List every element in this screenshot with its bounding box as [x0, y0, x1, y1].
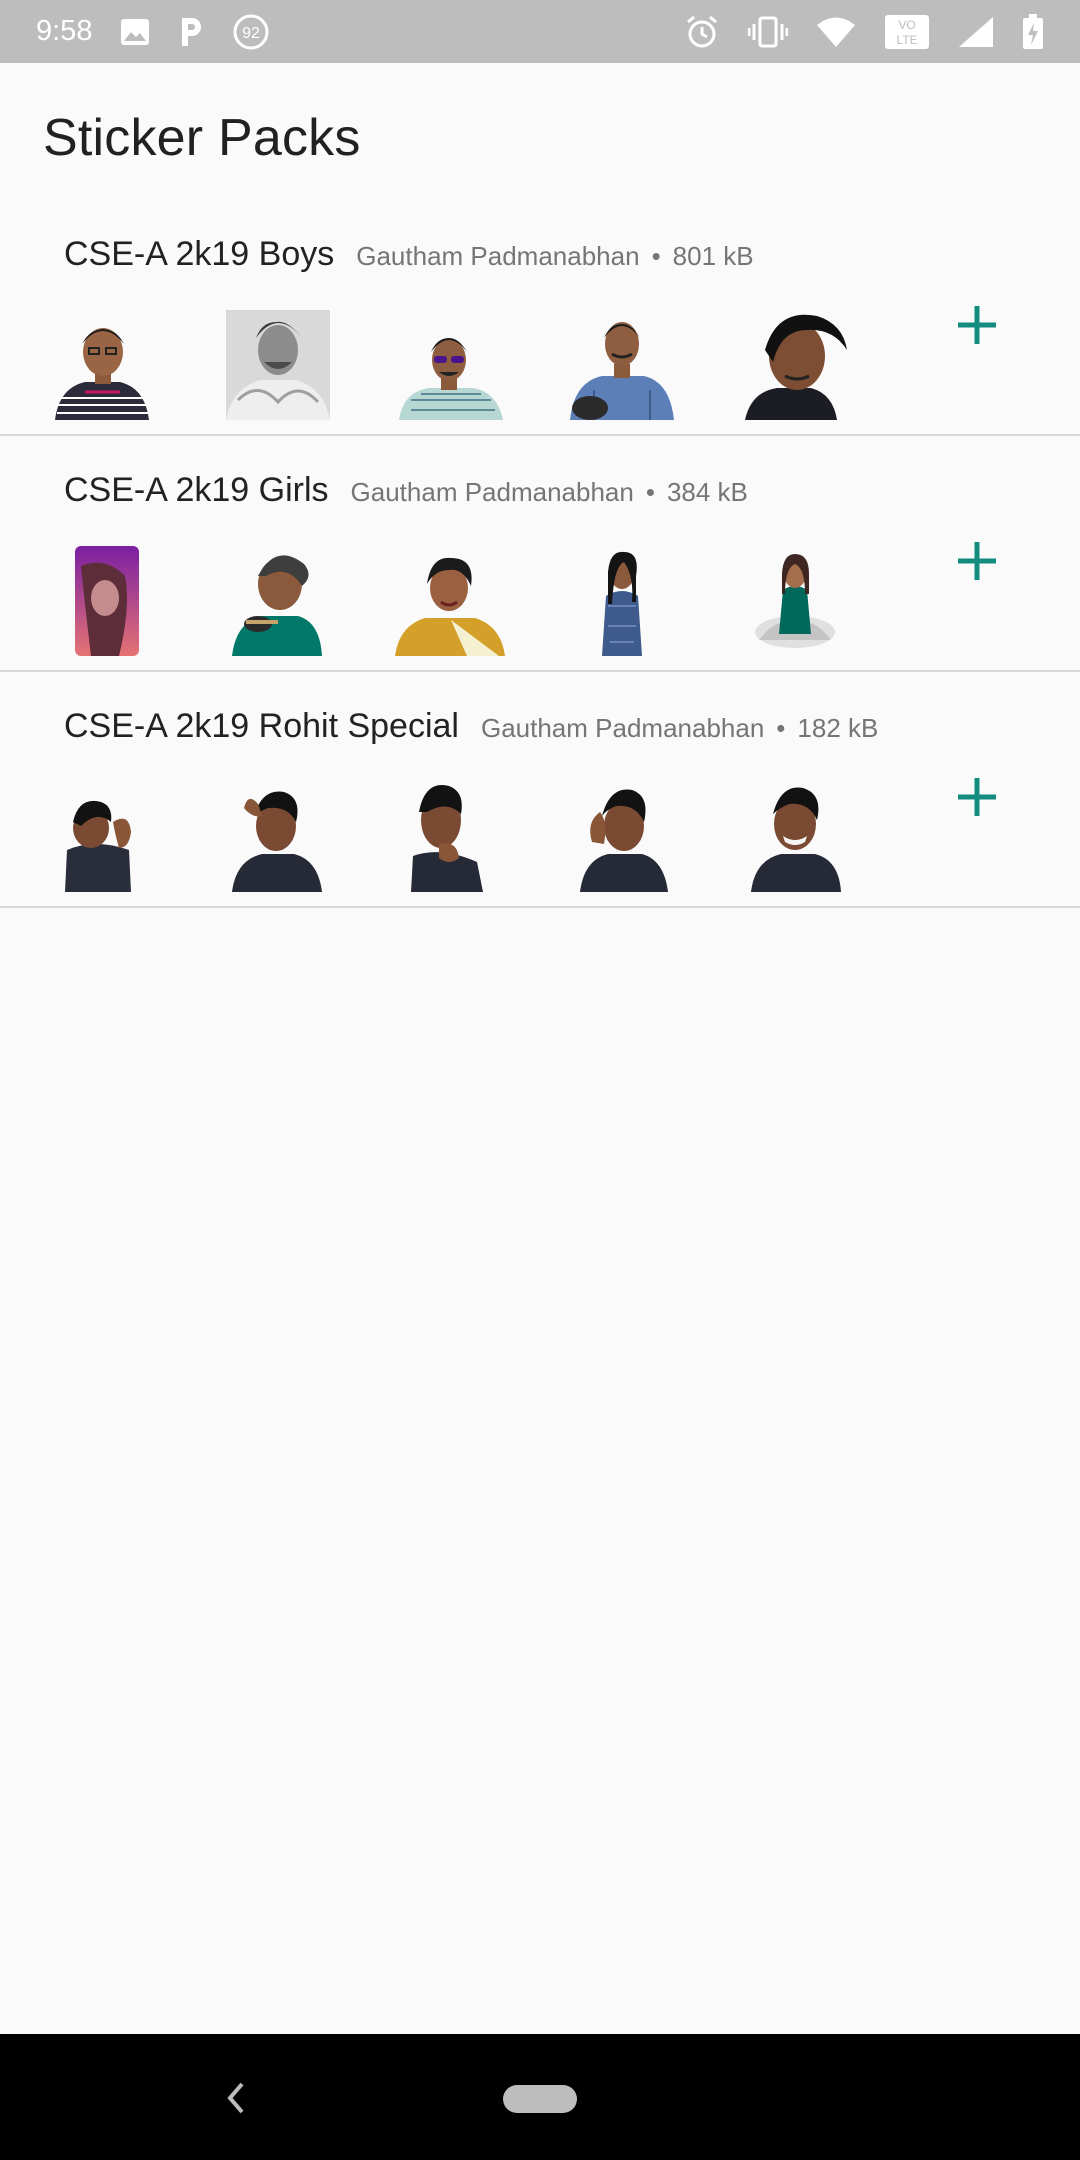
pack-separator: •	[776, 713, 786, 743]
sticker-previews	[45, 546, 852, 656]
pack-name: CSE-A 2k19 Rohit Special	[64, 707, 459, 745]
sticker-previews	[45, 310, 852, 420]
pack-publisher: Gautham Padmanabhan	[356, 241, 640, 271]
volte-bottom-text: LTE	[896, 33, 917, 47]
home-pill-icon[interactable]	[503, 2085, 577, 2113]
badge-92-text: 92	[243, 25, 261, 42]
add-pack-button[interactable]	[944, 292, 1010, 358]
pack-size: 182 kB	[797, 713, 879, 743]
sticker-previews	[45, 782, 852, 892]
plus-icon	[958, 306, 996, 344]
pack-name: CSE-A 2k19 Boys	[64, 235, 335, 273]
sticker-photo	[737, 782, 852, 892]
sticker-pack-list: CSE-A 2k19 Boys Gautham Padmanabhan • 80…	[0, 200, 1080, 908]
sticker-photo	[45, 310, 160, 420]
plus-icon	[958, 542, 996, 580]
pack-publisher: Gautham Padmanabhan	[350, 477, 634, 507]
sticker-photo	[564, 782, 679, 892]
status-time: 9:58	[36, 15, 93, 47]
pack-size: 801 kB	[672, 241, 754, 271]
pack-publisher: Gautham Padmanabhan	[480, 713, 765, 743]
sticker-pack-row[interactable]: CSE-A 2k19 Rohit Special Gautham Padmana…	[0, 672, 1080, 908]
parking-p-icon	[178, 16, 204, 48]
navigation-bar	[0, 2034, 1080, 2160]
sticker-photo	[391, 546, 506, 656]
sticker-photo	[564, 310, 679, 420]
signal-icon	[958, 16, 994, 48]
back-icon[interactable]	[220, 2078, 250, 2118]
pack-separator: •	[651, 241, 661, 271]
pack-size: 384 kB	[666, 477, 748, 507]
volte-icon: VO LTE	[884, 14, 930, 50]
battery-charging-icon	[1022, 13, 1044, 50]
sticker-photo	[391, 782, 506, 892]
sticker-photo	[218, 546, 333, 656]
pack-separator: •	[645, 477, 655, 507]
image-icon	[120, 18, 150, 46]
pack-name: CSE-A 2k19 Girls	[64, 471, 329, 509]
sticker-photo	[218, 310, 333, 420]
sticker-photo	[45, 782, 160, 892]
sticker-photo	[391, 310, 506, 420]
add-pack-button[interactable]	[944, 764, 1010, 830]
sticker-pack-row[interactable]: CSE-A 2k19 Girls Gautham Padmanabhan • 3…	[0, 436, 1080, 672]
alarm-icon	[684, 14, 720, 50]
sticker-photo	[45, 546, 160, 656]
sticker-photo	[737, 546, 852, 656]
pack-header: CSE-A 2k19 Rohit Special Gautham Padmana…	[64, 707, 878, 746]
status-bar: 9:58 92 VO LTE	[0, 0, 1080, 63]
sticker-photo	[218, 782, 333, 892]
page-title: Sticker Packs	[43, 109, 361, 167]
sticker-photo	[564, 546, 679, 656]
volte-top-text: VO	[898, 18, 915, 32]
wifi-icon	[816, 16, 856, 48]
sticker-pack-row[interactable]: CSE-A 2k19 Boys Gautham Padmanabhan • 80…	[0, 200, 1080, 436]
vibrate-icon	[748, 16, 788, 48]
pack-header: CSE-A 2k19 Boys Gautham Padmanabhan • 80…	[64, 235, 754, 274]
add-pack-button[interactable]	[944, 528, 1010, 594]
sticker-photo	[737, 310, 852, 420]
pack-header: CSE-A 2k19 Girls Gautham Padmanabhan • 3…	[64, 471, 748, 510]
plus-icon	[958, 778, 996, 816]
badge-92-icon: 92	[232, 13, 270, 51]
